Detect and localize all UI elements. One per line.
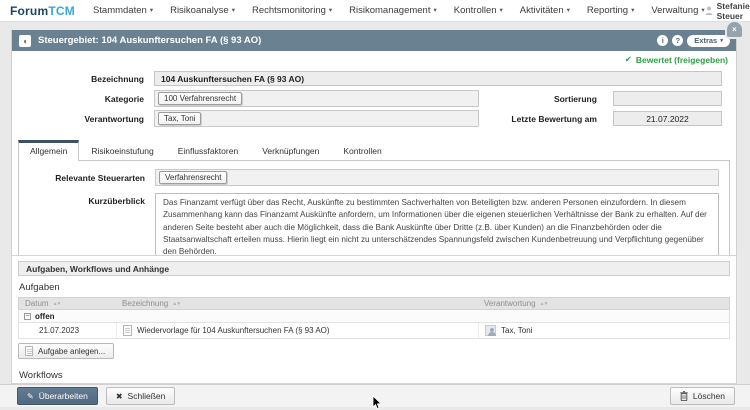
user-menu[interactable]: Stefanie Steuer (ADMINISTRATOR) ▾ (705, 1, 750, 21)
aufgaben-table: Datum ▲▼ Bezeichnung ▲▼ Verantwortung ▲▼… (18, 297, 730, 339)
cell-bezeichnung: Wiedervorlage für 104 Auskunftersuchen F… (116, 323, 478, 338)
top-navigation: ForumTCM Stammdaten▾ Risikoanalyse▾ Rech… (0, 0, 750, 22)
steuergebiet-icon: ◖ (19, 35, 31, 47)
aufgaben-workflows-panel: Aufgaben, Workflows und Anhänge Aufgaben… (11, 255, 737, 384)
menu-stammdaten[interactable]: Stammdaten▾ (93, 5, 153, 16)
menu-risikomanagement[interactable]: Risikomanagement▾ (349, 5, 437, 16)
chevron-down-icon: ▾ (500, 7, 503, 14)
aufgaben-heading: Aufgaben (19, 282, 730, 293)
kurzueberblick-label: Kurzüberblick (19, 193, 145, 262)
kategorie-label: Kategorie (12, 94, 144, 104)
logo-text-forum: Forum (10, 4, 48, 18)
letzte-bewertung-field[interactable]: 21.07.2022 (613, 111, 722, 126)
status-row: ✔ Bewertet (freigegeben) (12, 51, 736, 68)
action-footer: ✎ Überarbeiten ✖ Schließen Löschen (0, 384, 750, 407)
kurzueberblick-textarea[interactable]: Das Finanzamt verfügt über das Recht, Au… (155, 193, 719, 262)
sort-icon[interactable]: ▲▼ (53, 301, 61, 307)
menu-rechtsmonitoring[interactable]: Rechtsmonitoring▾ (252, 5, 332, 16)
chevron-down-icon: ▾ (232, 7, 235, 14)
bezeichnung-field[interactable]: 104 Auskunftersuchen FA (§ 93 AO) (154, 71, 722, 86)
aufgaben-table-header: Datum ▲▼ Bezeichnung ▲▼ Verantwortung ▲▼ (18, 297, 730, 310)
menu-risikoanalyse[interactable]: Risikoanalyse▾ (170, 5, 235, 16)
col-datum[interactable]: Datum ▲▼ (19, 299, 116, 308)
ueberarbeiten-button[interactable]: ✎ Überarbeiten (17, 387, 98, 405)
tab-kontrollen[interactable]: Kontrollen (331, 140, 393, 160)
group-row-offen[interactable]: − offen (18, 310, 730, 323)
workflows-heading: Workflows (19, 370, 730, 381)
check-icon: ✔ (625, 54, 632, 65)
document-icon (123, 325, 132, 336)
trash-icon (680, 391, 688, 401)
user-name: Stefanie Steuer (717, 1, 750, 21)
steuerarten-field[interactable]: Verfahrensrecht (155, 169, 719, 186)
menu-reporting[interactable]: Reporting▾ (587, 5, 634, 16)
aufgabe-anlegen-button[interactable]: Aufgabe anlegen... (18, 343, 114, 359)
edit-icon: ✎ (27, 392, 34, 401)
person-icon (485, 325, 496, 336)
verantwortung-field[interactable]: Tax, Toni (154, 110, 479, 127)
collapse-icon[interactable]: − (24, 313, 31, 320)
verantwortung-label: Verantwortung (12, 114, 144, 124)
kategorie-chip[interactable]: 100 Verfahrensrecht (158, 92, 242, 105)
col-bezeichnung[interactable]: Bezeichnung ▲▼ (116, 299, 478, 308)
menu-verwaltung[interactable]: Verwaltung▾ (651, 5, 704, 16)
user-icon (705, 6, 713, 15)
status-badge: ✔ Bewertet (freigegeben) (625, 54, 728, 65)
table-row[interactable]: 21.07.2023 Wiedervorlage für 104 Auskunf… (18, 323, 730, 339)
extras-button[interactable]: Extras ▾ (687, 35, 730, 47)
bezeichnung-label: Bezeichnung (12, 74, 144, 84)
sort-icon[interactable]: ▲▼ (540, 301, 548, 307)
panel-titlebar: ◖ Steuergebiet: 104 Auskunftersuchen FA … (12, 30, 736, 51)
cell-verantwortung: Tax, Toni (478, 323, 729, 338)
sortierung-field[interactable] (613, 91, 722, 106)
tab-verknuepfungen[interactable]: Verknüpfungen (250, 140, 331, 160)
chevron-down-icon: ▾ (150, 7, 153, 14)
tabs-area: Allgemein Risikoeinstufung Einflussfakto… (18, 140, 730, 272)
col-verantwortung[interactable]: Verantwortung ▲▼ (478, 299, 729, 308)
logo-text-tcm: TCM (48, 4, 75, 18)
tab-allgemein[interactable]: Allgemein (18, 140, 79, 161)
close-x-icon: ✖ (116, 392, 123, 401)
tab-risikoeinstufung[interactable]: Risikoeinstufung (79, 140, 165, 160)
info-icon[interactable]: i (657, 35, 668, 46)
new-document-icon (25, 346, 33, 356)
chevron-down-icon: ▾ (567, 7, 570, 14)
schliessen-button[interactable]: ✖ Schließen (106, 387, 176, 405)
header-form: Bezeichnung 104 Auskunftersuchen FA (§ 9… (12, 68, 736, 133)
section-header[interactable]: Aufgaben, Workflows und Anhänge (18, 261, 730, 276)
tab-strip: Allgemein Risikoeinstufung Einflussfakto… (18, 140, 730, 160)
chevron-down-icon: ▾ (433, 7, 436, 14)
steuergebiet-detail-panel: ◖ Steuergebiet: 104 Auskunftersuchen FA … (11, 30, 737, 281)
tab-einflussfaktoren[interactable]: Einflussfaktoren (166, 140, 250, 160)
loeschen-button[interactable]: Löschen (670, 387, 735, 405)
menu-aktivitaeten[interactable]: Aktivitäten▾ (520, 5, 570, 16)
menu-kontrollen[interactable]: Kontrollen▾ (454, 5, 503, 16)
group-label: offen (35, 312, 55, 321)
verantwortung-chip[interactable]: Tax, Toni (158, 112, 201, 125)
panel-title: Steuergebiet: 104 Auskunftersuchen FA (§… (38, 35, 261, 46)
main-menu: Stammdaten▾ Risikoanalyse▾ Rechtsmonitor… (93, 5, 705, 16)
chevron-down-icon: ▾ (720, 38, 723, 44)
help-icon[interactable]: ? (672, 35, 683, 46)
app-logo[interactable]: ForumTCM (10, 4, 75, 18)
sort-icon[interactable]: ▲▼ (172, 301, 180, 307)
kategorie-field[interactable]: 100 Verfahrensrecht (154, 90, 479, 107)
letzte-bewertung-label: Letzte Bewertung am (479, 114, 597, 124)
chevron-down-icon: ▾ (631, 7, 634, 14)
steuerart-chip[interactable]: Verfahrensrecht (159, 171, 227, 184)
cell-datum: 21.07.2023 (19, 323, 116, 338)
chevron-down-icon: ▾ (329, 7, 332, 14)
steuerarten-label: Relevante Steuerarten (19, 173, 145, 183)
sortierung-label: Sortierung (479, 94, 597, 104)
close-icon[interactable]: × (727, 22, 742, 37)
